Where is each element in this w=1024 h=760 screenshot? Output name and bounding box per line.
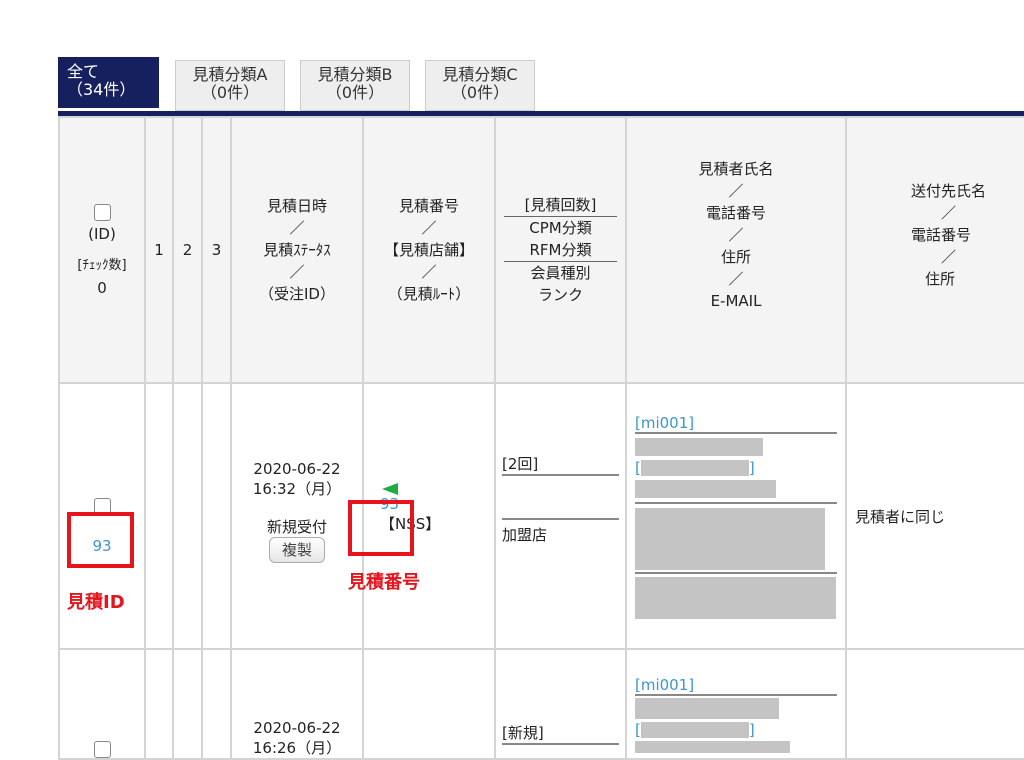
header-number: 見積番号／【見積店舗】／（見積ﾙｰﾄ） [362, 116, 496, 384]
id-label: (ID) [88, 225, 116, 243]
table-header: (ID) [ﾁｪｯｸ数] 0 1 2 3 見積日時／見積ｽﾃｰﾀｽ／（受注ID） 見… [58, 116, 1024, 384]
customer-code-link[interactable]: [mi001] [635, 676, 837, 696]
tab-count: （0件） [200, 83, 260, 102]
customer-code-link[interactable]: [mi001] [635, 414, 837, 434]
table-row: 93 2020-06-22 16:32（月） 新規受付 複製 93 【NSS】 [2回]… [58, 382, 1024, 650]
tab-category-a[interactable]: 見積分類A （0件） [175, 60, 285, 111]
customer-cell: [mi001][] [625, 382, 847, 650]
check-count-label: [ﾁｪｯｸ数] [77, 258, 127, 273]
estimate-table: (ID) [ﾁｪｯｸ数] 0 1 2 3 見積日時／見積ｽﾃｰﾀｽ／（受注ID） 見… [58, 116, 1024, 760]
check-count: 0 [97, 279, 107, 297]
header-col-2: 2 [172, 116, 203, 384]
count-cell: [新規] [494, 648, 627, 760]
tab-category-c[interactable]: 見積分類C （0件） [425, 60, 535, 111]
copy-button[interactable]: 複製 [268, 537, 325, 563]
number-annotation: 見積番号 [348, 572, 420, 593]
header-ship: 送付先氏名／電話番号／住所 [845, 116, 1024, 384]
tab-count: （0件） [450, 83, 510, 102]
date-cell: 2020-06-22 16:32（月） 新規受付 複製 [230, 382, 364, 650]
header-col-1: 1 [144, 116, 174, 384]
flag-icon [382, 482, 398, 495]
ship-cell: 見積者に同じ [845, 382, 1024, 650]
tab-label: 見積分類A [192, 65, 268, 84]
header-count: [見積回数] CPM分類 RFM分類 会員種別 ランク [494, 116, 627, 384]
tab-label: 見積分類C [442, 65, 518, 84]
header-id: (ID) [ﾁｪｯｸ数] 0 [58, 116, 146, 384]
header-customer: 見積者氏名／電話番号／住所／ E-MAIL [625, 116, 847, 384]
customer-cell: [mi001][] [625, 648, 847, 760]
header-col-3: 3 [201, 116, 232, 384]
status-text: 新規受付 [266, 518, 327, 536]
count-cell: [2回] 加盟店 [494, 382, 627, 650]
id-highlight-box [67, 512, 134, 568]
number-highlight-box [348, 500, 414, 556]
table-row: 2020-06-22 16:26（月） [新規] [mi001][] [58, 648, 1024, 760]
tab-count: （0件） [325, 83, 385, 102]
header-date: 見積日時／見積ｽﾃｰﾀｽ／（受注ID） [230, 116, 364, 384]
date-cell: 2020-06-22 16:26（月） [230, 648, 364, 760]
tab-label: 全て [67, 62, 100, 81]
tab-category-b[interactable]: 見積分類B （0件） [300, 60, 410, 111]
row-checkbox[interactable] [93, 741, 111, 758]
tab-count: （34件） [67, 80, 136, 99]
tab-label: 見積分類B [317, 65, 393, 84]
select-all-checkbox[interactable] [93, 204, 111, 221]
id-annotation: 見積ID [67, 592, 125, 613]
tab-all[interactable]: 全て （34件） [58, 57, 159, 108]
